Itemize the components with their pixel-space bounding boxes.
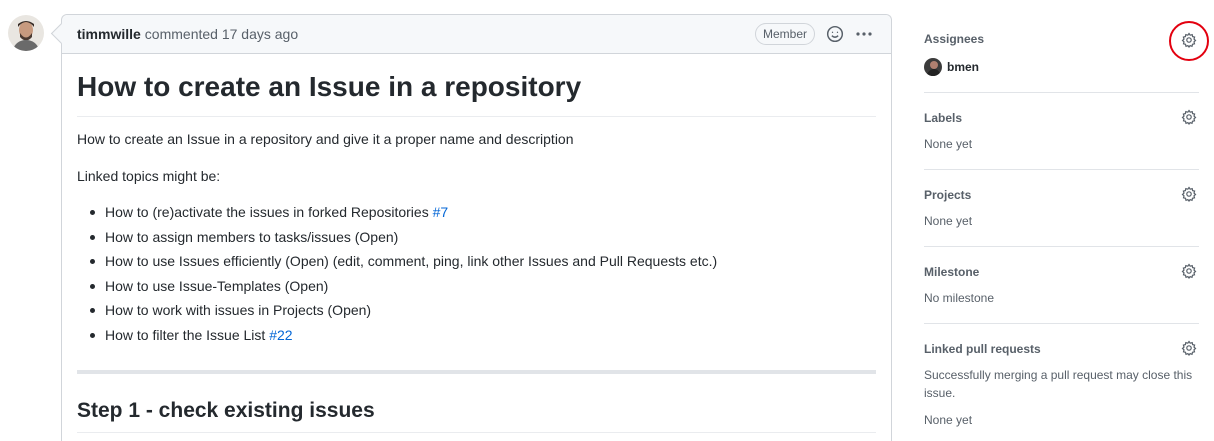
linked-topics-paragraph: Linked topics might be: <box>77 168 221 184</box>
gear-icon[interactable] <box>1181 186 1197 202</box>
horizontal-rule <box>77 370 876 374</box>
kebab-horizontal-icon[interactable] <box>853 21 875 47</box>
issue-link[interactable]: #7 <box>433 204 449 220</box>
projects-section: Projects None yet <box>924 170 1199 247</box>
linked-prs-section: Linked pull requests Successfully mergin… <box>924 324 1199 441</box>
projects-title[interactable]: Projects <box>924 188 971 202</box>
smiley-icon[interactable] <box>826 25 844 43</box>
gear-icon[interactable] <box>1181 109 1197 125</box>
avatar <box>924 58 942 76</box>
list-item: How to filter the Issue List #22 <box>77 325 717 345</box>
milestone-value: No milestone <box>924 291 995 305</box>
labels-value: None yet <box>924 137 973 151</box>
highlight-circle-annotation <box>1169 21 1209 61</box>
gear-icon[interactable] <box>1181 263 1197 279</box>
linked-prs-description: Successfully merging a pull request may … <box>924 368 1193 400</box>
issue-title-heading: How to create an Issue in a repository <box>77 70 876 117</box>
linked-topics-list: How to (re)activate the issues in forked… <box>77 202 717 349</box>
comment-header: timmwille commented 17 days ago Member <box>62 15 891 54</box>
projects-value: None yet <box>924 214 973 228</box>
list-item: How to work with issues in Projects (Ope… <box>77 300 717 320</box>
author-avatar[interactable] <box>8 15 44 51</box>
assignees-section: Assignees bmen <box>924 0 1199 93</box>
labels-title[interactable]: Labels <box>924 111 962 125</box>
milestone-section: Milestone No milestone <box>924 247 1199 324</box>
list-item: How to (re)activate the issues in forked… <box>77 202 717 222</box>
comment-timestamp[interactable]: commented 17 days ago <box>145 26 298 42</box>
comment-author[interactable]: timmwille <box>77 26 141 42</box>
member-badge: Member <box>755 23 816 45</box>
gear-icon[interactable] <box>1181 340 1197 356</box>
intro-paragraph: How to create an Issue in a repository a… <box>77 131 574 147</box>
milestone-title[interactable]: Milestone <box>924 265 979 279</box>
assignees-title[interactable]: Assignees <box>924 32 984 46</box>
linked-prs-title[interactable]: Linked pull requests <box>924 342 1041 356</box>
assignee-name[interactable]: bmen <box>947 60 979 74</box>
list-item: How to use Issues efficiently (Open) (ed… <box>77 251 717 271</box>
linked-prs-value: None yet <box>924 413 973 427</box>
issue-link[interactable]: #22 <box>269 327 292 343</box>
assignee[interactable]: bmen <box>924 58 979 76</box>
labels-section: Labels None yet <box>924 93 1199 170</box>
list-item: How to assign members to tasks/issues (O… <box>77 227 717 247</box>
step-heading: Step 1 - check existing issues <box>77 398 876 433</box>
issue-comment: timmwille commented 17 days ago Member H… <box>61 14 892 441</box>
list-item: How to use Issue-Templates (Open) <box>77 276 717 296</box>
